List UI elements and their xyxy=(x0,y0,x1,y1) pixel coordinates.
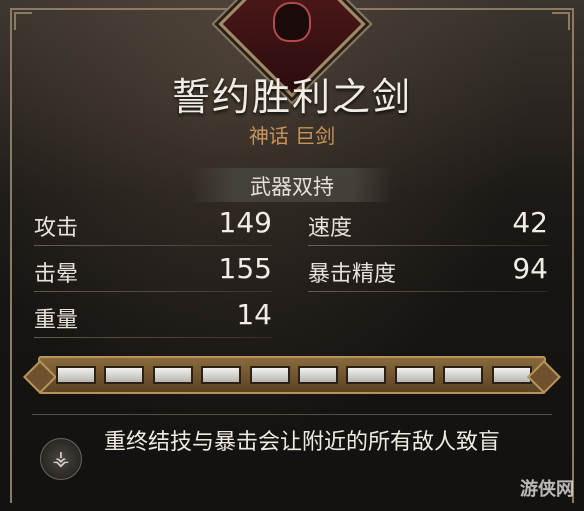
upgrade-slot xyxy=(152,366,193,384)
stat-underline xyxy=(34,337,272,338)
upgrade-slot xyxy=(56,366,96,384)
stat-stun: 击晕 155 xyxy=(34,252,272,292)
stat-label: 速度 xyxy=(308,216,353,241)
stat-label: 击晕 xyxy=(34,262,79,287)
upgrade-slot xyxy=(443,366,484,384)
stat-underline xyxy=(308,245,548,246)
frame-corner-ornament xyxy=(14,12,32,30)
upgrade-slot xyxy=(201,366,242,384)
stat-weight: 重量 14 xyxy=(34,298,272,338)
stat-attack: 攻击 149 xyxy=(34,206,272,246)
stat-underline xyxy=(308,291,548,292)
frame-top-left-border xyxy=(10,8,240,10)
upgrade-slot xyxy=(394,366,435,384)
item-rarity-type: 神话 巨剑 xyxy=(248,124,336,148)
stat-value: 42 xyxy=(512,206,548,239)
perk-description: 重终结技与暴击会让附近的所有敌人致盲 xyxy=(104,430,501,455)
upgrade-slots-bar xyxy=(38,356,546,394)
stat-value: 14 xyxy=(236,298,272,331)
stat-value: 155 xyxy=(218,252,272,285)
stat-underline xyxy=(34,291,272,292)
frame-corner-ornament xyxy=(552,12,570,30)
dual-wield-tag: 武器双持 xyxy=(250,175,334,199)
upgrade-slot xyxy=(491,366,532,384)
upgrade-slot xyxy=(298,366,338,384)
stat-value: 94 xyxy=(512,252,548,285)
item-name: 誓约胜利之剑 xyxy=(171,75,412,119)
perk-glyph-icon: ⚶ xyxy=(52,446,70,470)
upgrade-slot xyxy=(104,366,145,384)
site-watermark: 游侠网 xyxy=(520,479,574,500)
frame-top-right-border xyxy=(344,8,574,10)
bear-head-icon xyxy=(273,2,311,42)
stat-value: 149 xyxy=(218,206,272,239)
upgrade-slot xyxy=(249,366,290,384)
item-tooltip-card: 誓约胜利之剑 神话 巨剑 武器双持 攻击 149 速度 42 击晕 155 暴击… xyxy=(0,0,584,511)
upgrade-slot xyxy=(346,366,387,384)
stat-underline xyxy=(34,245,272,246)
stat-label: 攻击 xyxy=(34,216,79,241)
stat-label: 暴击精度 xyxy=(308,262,397,287)
stat-label: 重量 xyxy=(34,308,79,333)
stat-speed: 速度 42 xyxy=(308,206,548,246)
section-divider xyxy=(32,414,552,415)
stat-crit-accuracy: 暴击精度 94 xyxy=(308,252,548,292)
